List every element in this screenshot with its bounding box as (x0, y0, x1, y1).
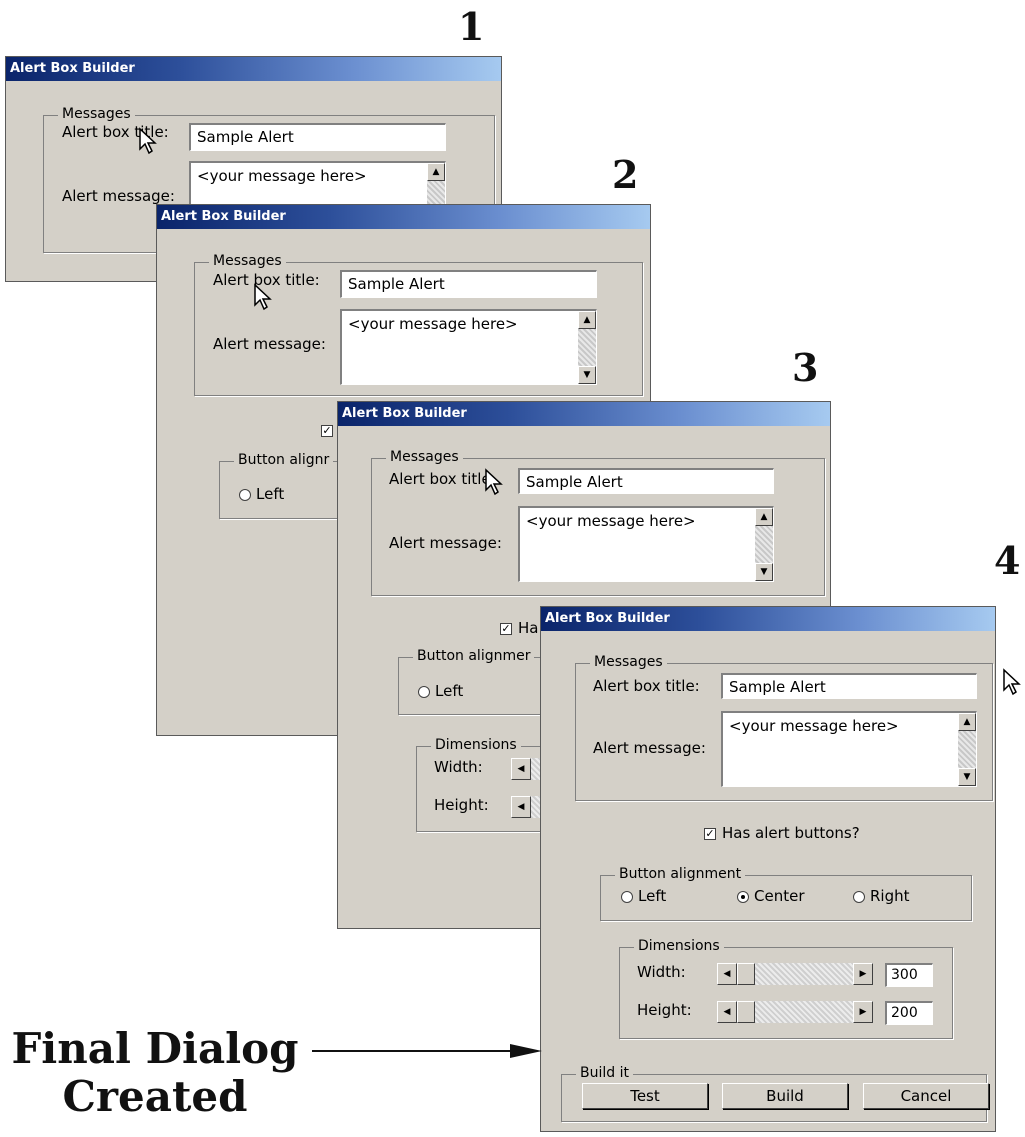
width-label: Width: (637, 963, 686, 981)
mouse-pointer-icon (485, 468, 503, 496)
message-scrollbar[interactable]: ▲ ▼ (958, 713, 976, 786)
radio-right-label: Right (870, 887, 910, 905)
build-button[interactable]: Build (722, 1083, 848, 1109)
test-button[interactable]: Test (582, 1083, 708, 1109)
messages-legend: Messages (590, 654, 667, 670)
radio-left[interactable]: Left (418, 682, 463, 700)
checkbox-box[interactable]: ✓ (704, 827, 716, 840)
dimensions-legend: Dimensions (634, 938, 724, 954)
radio-left-label: Left (435, 682, 464, 700)
scroll-up-button[interactable]: ▲ (755, 508, 773, 526)
step-number-3: 3 (792, 345, 819, 390)
alignment-legend: Button alignment (615, 866, 746, 882)
width-decrease-button[interactable]: ◀ (511, 758, 531, 780)
titlebar[interactable]: Alert Box Builder (338, 402, 830, 426)
alert-message-text: <your message here> (729, 717, 899, 735)
dimensions-group: Dimensions (619, 938, 953, 1039)
scroll-up-button[interactable]: ▲ (958, 713, 976, 731)
width-decrease-button[interactable]: ◀ (717, 963, 737, 985)
alignment-legend: Button alignr (234, 452, 334, 468)
step-number-4: 4 (994, 538, 1021, 583)
titlebar[interactable]: Alert Box Builder (541, 607, 995, 631)
alert-message-textarea[interactable]: <your message here> ▲ ▼ (340, 309, 597, 385)
radio-center[interactable]: Center (737, 887, 805, 905)
radio-left-circle[interactable] (621, 890, 633, 903)
messages-legend: Messages (209, 253, 286, 269)
scroll-down-button[interactable]: ▼ (958, 768, 976, 786)
radio-left-circle[interactable] (239, 488, 251, 501)
radio-center-label: Center (754, 887, 805, 905)
radio-left-circle[interactable] (418, 685, 430, 698)
alert-title-input[interactable]: Sample Alert (721, 673, 977, 699)
alignment-legend: Button alignmer (413, 648, 535, 664)
titlebar[interactable]: Alert Box Builder (6, 57, 501, 81)
titlebar[interactable]: Alert Box Builder (157, 205, 650, 229)
alert-title-input[interactable]: Sample Alert (340, 270, 597, 298)
height-slider[interactable]: ◀ ▶ (717, 1001, 873, 1023)
alert-message-textarea[interactable]: <your message here> ▲ ▼ (518, 506, 774, 582)
arrow-icon (312, 1044, 542, 1058)
final-dialog-caption: Final Dialog Created (10, 1025, 300, 1121)
caption-line-1: Final Dialog (11, 1024, 299, 1073)
message-scrollbar[interactable]: ▲ ▼ (755, 508, 773, 581)
step-number-1: 1 (458, 4, 485, 49)
radio-left-label: Left (638, 887, 667, 905)
caption-line-2: Created (62, 1072, 248, 1121)
mouse-pointer-icon (1003, 668, 1021, 696)
checkbox-box[interactable]: ✓ (500, 622, 512, 635)
alert-message-label: Alert message: (62, 187, 175, 205)
scroll-up-button[interactable]: ▲ (578, 311, 596, 329)
message-scrollbar[interactable]: ▲ ▼ (578, 311, 596, 384)
dialog-step-4: Alert Box Builder Messages Alert box tit… (540, 606, 996, 1132)
mouse-pointer-icon (254, 283, 272, 311)
alert-message-text: <your message here> (526, 512, 696, 530)
height-label: Height: (434, 796, 489, 814)
has-buttons-label: Ha (518, 619, 539, 637)
width-slider-thumb[interactable] (737, 963, 755, 985)
width-increase-button[interactable]: ▶ (853, 963, 873, 985)
has-buttons-label: Has alert buttons? (722, 824, 860, 842)
build-legend: Build it (576, 1065, 633, 1081)
width-slider[interactable]: ◀ ▶ (717, 963, 873, 985)
radio-right[interactable]: Right (853, 887, 910, 905)
dimensions-legend: Dimensions (431, 737, 521, 753)
messages-legend: Messages (386, 449, 463, 465)
radio-right-circle[interactable] (853, 890, 865, 903)
radio-left[interactable]: Left (621, 887, 666, 905)
alert-message-text: <your message here> (197, 167, 367, 185)
scroll-down-button[interactable]: ▼ (578, 366, 596, 384)
width-input[interactable]: 300 (885, 963, 933, 987)
alert-title-label: Alert box title (389, 470, 491, 488)
alert-message-label: Alert message: (389, 534, 502, 552)
height-label: Height: (637, 1001, 692, 1019)
radio-center-circle[interactable] (737, 890, 749, 903)
scroll-down-button[interactable]: ▼ (755, 563, 773, 581)
messages-legend: Messages (58, 106, 135, 122)
alert-title-label: Alert box title: (593, 677, 700, 695)
height-input[interactable]: 200 (885, 1001, 933, 1025)
alert-message-label: Alert message: (593, 739, 706, 757)
radio-left-label: Left (256, 485, 285, 503)
has-buttons-checkbox[interactable]: ✓ Ha (500, 619, 538, 637)
radio-left[interactable]: Left (239, 485, 284, 503)
alert-message-textarea[interactable]: <your message here> ▲ ▼ (721, 711, 977, 787)
alert-message-label: Alert message: (213, 335, 326, 353)
alert-title-input[interactable]: Sample Alert (189, 123, 446, 151)
cancel-button[interactable]: Cancel (863, 1083, 989, 1109)
has-buttons-checkbox[interactable]: ✓ Has alert buttons? (704, 824, 860, 842)
height-increase-button[interactable]: ▶ (853, 1001, 873, 1023)
width-label: Width: (434, 758, 483, 776)
scroll-up-button[interactable]: ▲ (427, 163, 445, 181)
height-decrease-button[interactable]: ◀ (717, 1001, 737, 1023)
height-slider-thumb[interactable] (737, 1001, 755, 1023)
checkbox-box[interactable]: ✓ (321, 424, 333, 437)
alert-message-text: <your message here> (348, 315, 518, 333)
mouse-pointer-icon (139, 127, 157, 155)
height-decrease-button[interactable]: ◀ (511, 796, 531, 818)
step-number-2: 2 (612, 152, 639, 197)
alert-title-input[interactable]: Sample Alert (518, 468, 774, 494)
